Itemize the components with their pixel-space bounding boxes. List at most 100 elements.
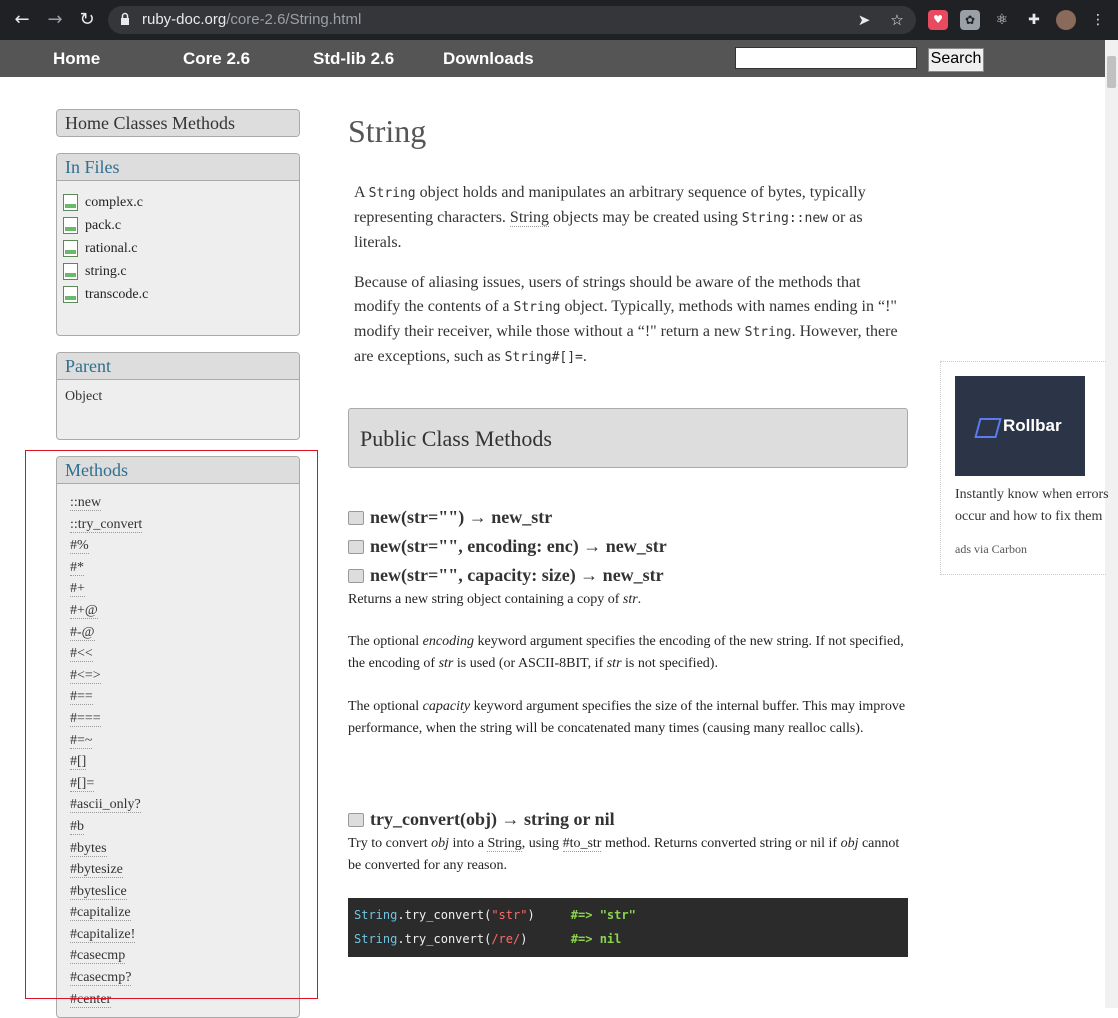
text: Try to convert: [348, 836, 432, 851]
method-gear-icon: [348, 813, 364, 827]
inline-code: String: [368, 186, 416, 201]
code-class: String: [354, 932, 398, 946]
page-title: String: [348, 113, 427, 149]
method-gear-icon: [348, 569, 364, 583]
method-description: Try to convert obj into a String, using …: [348, 833, 908, 876]
signature-text[interactable]: new(str="", encoding: enc) → new_str: [370, 536, 667, 556]
file-name[interactable]: pack.c: [85, 218, 121, 233]
inline-code: String: [513, 300, 561, 315]
text: .: [637, 592, 642, 607]
file-item[interactable]: transcode.c: [63, 283, 299, 306]
code-line: String.try_convert("str") #=> "str": [354, 908, 636, 922]
ad-text-line[interactable]: occur and how to fix them: [955, 509, 1102, 524]
file-item[interactable]: rational.c: [63, 237, 299, 260]
url-domain: ruby-doc.org: [142, 11, 227, 28]
nav-downloads-link[interactable]: Downloads: [443, 49, 534, 69]
emphasis: str: [622, 592, 638, 607]
nav-stdlib-link[interactable]: Std-lib 2.6: [313, 49, 394, 69]
method-signature[interactable]: new(str="") → new_str: [348, 507, 552, 535]
code-line: String.try_convert(/re/) #=> nil: [354, 932, 621, 946]
inline-code: String::new: [741, 211, 828, 226]
text: Returns a new string object containing a…: [348, 592, 623, 607]
emphasis: encoding: [422, 634, 474, 649]
code-method: try_convert: [404, 932, 485, 946]
parent-panel: Parent Object: [56, 352, 300, 440]
code-result: #=> "str": [570, 908, 636, 922]
code-method: try_convert: [404, 908, 485, 922]
code-class: String: [354, 908, 398, 922]
section-title: Public Class Methods: [360, 426, 552, 451]
search-input[interactable]: [735, 47, 917, 69]
description-paragraph: Because of aliasing issues, users of str…: [354, 271, 910, 370]
menu-kebab-icon[interactable]: ⋮: [1088, 10, 1108, 30]
file-item[interactable]: complex.c: [63, 191, 299, 214]
public-class-methods-header: Public Class Methods: [348, 408, 908, 468]
highlight-box: [25, 450, 318, 999]
emphasis: str: [606, 655, 622, 671]
file-name[interactable]: string.c: [85, 264, 127, 279]
home-classes-methods-panel: Home Classes Methods: [56, 109, 300, 137]
file-icon: [63, 263, 78, 280]
method-description: The optional encoding keyword argument s…: [348, 631, 908, 674]
text: , using: [521, 836, 563, 851]
inline-code: String: [744, 325, 792, 340]
address-bar[interactable]: ruby-doc.org/core-2.6/String.html ➤ ☆: [108, 6, 916, 34]
extensions-puzzle-icon[interactable]: ✚: [1024, 10, 1044, 30]
parent-class-link[interactable]: Object: [57, 380, 299, 414]
code-dot: .: [397, 908, 405, 922]
nav-home-link[interactable]: Home: [53, 49, 100, 69]
string-link[interactable]: String: [487, 836, 522, 852]
file-name[interactable]: transcode.c: [85, 287, 148, 302]
paw-extension-icon[interactable]: ✿: [960, 10, 980, 30]
emphasis: obj: [840, 836, 859, 851]
method-signature[interactable]: new(str="", encoding: enc) → new_str: [348, 536, 667, 564]
code-paren: ): [527, 908, 535, 922]
file-item[interactable]: pack.c: [63, 214, 299, 237]
ad-text[interactable]: Instantly know when errors occur and how …: [955, 484, 1118, 528]
scrollbar-thumb[interactable]: [1107, 56, 1116, 88]
react-devtools-icon[interactable]: ⚛: [992, 10, 1012, 30]
in-files-panel: In Files complex.c pack.c rational.c str…: [56, 153, 300, 336]
lock-icon: [121, 12, 129, 25]
code-dot: .: [397, 932, 405, 946]
signature-text[interactable]: try_convert(obj) → string or nil: [370, 809, 615, 829]
text: is not specified).: [621, 655, 718, 671]
site-nav-bar: Home Core 2.6 Std-lib 2.6 Downloads Sear…: [0, 40, 1105, 77]
file-name[interactable]: rational.c: [85, 241, 137, 256]
code-result: #=> nil: [570, 932, 622, 946]
method-description: The optional capacity keyword argument s…: [348, 696, 908, 739]
code-arg: /re/: [491, 932, 521, 946]
description-paragraph: A String object holds and manipulates an…: [354, 181, 910, 255]
home-classes-methods-links[interactable]: Home Classes Methods: [57, 110, 299, 136]
file-name[interactable]: complex.c: [85, 195, 143, 210]
text: The optional: [348, 699, 423, 714]
to-str-link[interactable]: #to_str: [562, 836, 602, 852]
rollbar-logo[interactable]: Rollbar: [955, 376, 1085, 476]
file-item[interactable]: string.c: [63, 260, 299, 283]
pocket-icon[interactable]: ♥: [928, 10, 948, 30]
text: method. Returns converted string or nil …: [601, 836, 841, 851]
reload-icon[interactable]: ↻: [76, 9, 98, 31]
code-example: String.try_convert("str") #=> "str" Stri…: [348, 898, 908, 957]
ads-via-carbon-link[interactable]: ads via Carbon: [955, 542, 1027, 557]
search-button[interactable]: Search: [928, 48, 984, 72]
bookmark-star-icon[interactable]: ☆: [887, 10, 907, 30]
signature-text[interactable]: new(str="") → new_str: [370, 507, 552, 527]
code-arg: "str": [491, 908, 528, 922]
method-gear-icon: [348, 511, 364, 525]
ad-text-line[interactable]: Instantly know when errors: [955, 487, 1109, 502]
parent-title: Parent: [57, 353, 299, 380]
send-icon[interactable]: ➤: [854, 10, 874, 30]
url-path: /core-2.6/String.html: [226, 11, 362, 28]
signature-text[interactable]: new(str="", capacity: size) → new_str: [370, 565, 664, 585]
nav-core-link[interactable]: Core 2.6: [183, 49, 250, 69]
back-icon[interactable]: ←: [11, 9, 33, 31]
method-description: Returns a new string object containing a…: [348, 589, 908, 611]
carbon-ad: Rollbar Instantly know when errors occur …: [940, 361, 1109, 575]
string-link[interactable]: String: [509, 209, 550, 227]
profile-avatar-icon[interactable]: [1056, 10, 1076, 30]
forward-icon[interactable]: →: [44, 9, 66, 31]
text: into a: [448, 836, 488, 851]
